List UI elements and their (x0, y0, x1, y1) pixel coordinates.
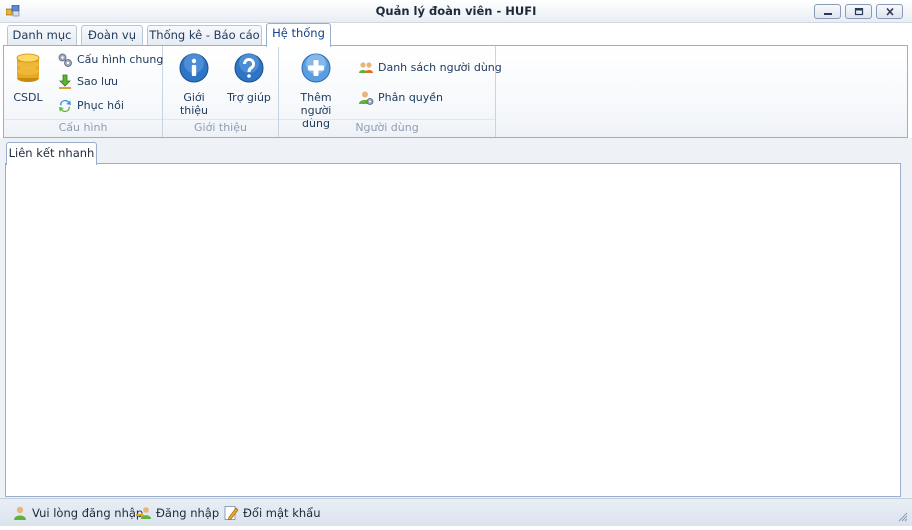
login-prompt-label: Vui lòng đăng nhập (32, 506, 144, 520)
them-nguoi-dung-label-line1: Thêm người (300, 91, 332, 117)
minimize-button[interactable] (814, 4, 841, 19)
ribbon-tab-strip: Danh mục Đoàn vụ Thống kê - Báo cáo Hệ t… (0, 23, 912, 47)
gears-icon (58, 53, 72, 67)
group-caption-cau-hinh: Cấu hình (4, 119, 162, 135)
ribbon-panel: CSDL Cấu hình chung Sao lưu Phục hồi Cấu… (3, 45, 908, 138)
login-arrow-icon (136, 507, 151, 519)
help-question-icon (234, 53, 264, 83)
status-bar: Vui lòng đăng nhập Đăng nhập Đổi mật khẩ… (0, 498, 912, 526)
sao-luu-label: Sao lưu (77, 75, 118, 88)
group-caption-gioi-thieu: Giới thiệu (163, 119, 278, 135)
close-icon (886, 8, 894, 16)
tab-he-thong[interactable]: Hệ thống (266, 23, 331, 47)
add-plus-icon (301, 53, 331, 83)
tab-thong-ke-bao-cao[interactable]: Thống kê - Báo cáo (147, 25, 262, 46)
gioi-thieu-button[interactable]: Giới thiệu (169, 50, 219, 117)
danh-sach-nguoi-dung-label: Danh sách người dùng (378, 61, 502, 74)
phan-quyen-label: Phân quyền (378, 91, 444, 104)
group-cau-hinh: CSDL Cấu hình chung Sao lưu Phục hồi Cấu… (4, 46, 163, 137)
document-content-area (5, 163, 901, 497)
csdl-label: CSDL (13, 91, 43, 104)
users-group-icon (359, 62, 373, 73)
login-label: Đăng nhập (156, 506, 220, 520)
tro-giup-label: Trợ giúp (227, 91, 271, 104)
group-nguoi-dung: Thêm người dùng Danh sách người dùng Phâ… (279, 46, 502, 137)
window-title: Quản lý đoàn viên - HUFI (375, 4, 537, 18)
close-button[interactable] (876, 4, 903, 19)
tab-lien-ket-nhanh[interactable]: Liên kết nhanh (6, 142, 97, 165)
user-permission-icon (359, 91, 374, 105)
title-bar[interactable]: Quản lý đoàn viên - HUFI (0, 0, 912, 23)
group-caption-nguoi-dung: Người dùng (279, 119, 495, 135)
resize-grip-icon[interactable] (896, 510, 908, 522)
them-nguoi-dung-button[interactable]: Thêm người dùng (284, 50, 348, 130)
user-icon (14, 506, 26, 520)
gioi-thieu-label: Giới thiệu (179, 91, 209, 117)
phuc-hoi-label: Phục hồi (77, 99, 124, 112)
csdl-button[interactable]: CSDL (10, 50, 46, 104)
tab-doan-vu[interactable]: Đoàn vụ (81, 25, 143, 46)
edit-document-icon (224, 506, 239, 520)
cau-hinh-chung-label: Cấu hình chung (77, 53, 164, 66)
database-icon (16, 53, 40, 82)
maximize-icon (854, 8, 864, 16)
group-gioi-thieu: Giới thiệu Trợ giúp Giới thiệu (163, 46, 279, 137)
minimize-icon (824, 13, 832, 15)
maximize-button[interactable] (845, 4, 872, 19)
restore-refresh-icon (59, 100, 71, 112)
backup-download-icon (59, 74, 71, 89)
info-icon (179, 53, 209, 83)
tab-danh-muc[interactable]: Danh mục (7, 25, 77, 46)
change-password-label: Đổi mật khẩu (243, 506, 321, 520)
tro-giup-button[interactable]: Trợ giúp (225, 50, 273, 104)
